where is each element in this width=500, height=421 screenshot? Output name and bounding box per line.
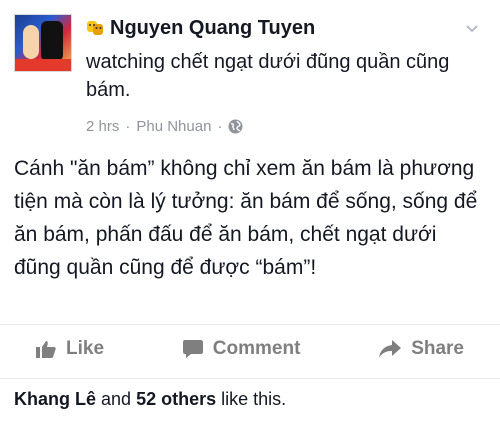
- chevron-down-icon[interactable]: [466, 22, 478, 34]
- liker-name[interactable]: Khang Lê: [14, 389, 96, 409]
- divider: [0, 324, 500, 325]
- share-button[interactable]: Share: [379, 338, 464, 360]
- meta-separator-2: ·: [217, 118, 223, 135]
- avatar-base: [15, 59, 71, 71]
- avatar-figure-right: [41, 21, 63, 61]
- share-arrow-icon: [379, 340, 402, 358]
- activity-text: watching chết ngạt dưới đũng quần cũng b…: [86, 51, 450, 101]
- likes-and: and: [101, 389, 132, 409]
- comment-bubble-icon: [182, 340, 203, 358]
- meta-separator: ·: [125, 118, 131, 135]
- globe-icon[interactable]: [228, 119, 243, 134]
- post-card: Nguyen Quang Tuyen watching chết ngạt dư…: [0, 0, 500, 421]
- share-label: Share: [411, 338, 464, 359]
- thumbs-up-icon: [36, 340, 56, 358]
- location[interactable]: Phu Nhuan: [136, 118, 211, 135]
- like-button[interactable]: Like: [36, 338, 104, 360]
- divider: [0, 378, 500, 379]
- timestamp[interactable]: 2 hrs: [86, 118, 119, 135]
- post-meta: 2 hrs · Phu Nhuan ·: [86, 118, 243, 135]
- avatar-figure-left: [23, 25, 39, 59]
- likes-others[interactable]: 52 others: [136, 389, 216, 409]
- action-bar: Like Comment Share: [0, 334, 500, 364]
- likes-suffix: like this.: [221, 389, 287, 409]
- theater-masks-icon: [86, 19, 104, 37]
- comment-label: Comment: [212, 338, 301, 359]
- author-name[interactable]: Nguyen Quang Tuyen: [110, 17, 315, 40]
- like-label: Like: [66, 338, 105, 359]
- avatar[interactable]: [14, 14, 72, 72]
- post-body: Cánh "ăn bám” không chỉ xem ăn bám là ph…: [14, 157, 478, 279]
- comment-button[interactable]: Comment: [182, 338, 301, 360]
- author-row: Nguyen Quang Tuyen: [86, 14, 315, 42]
- likes-summary: Khang Lê and 52 others like this.: [14, 386, 286, 412]
